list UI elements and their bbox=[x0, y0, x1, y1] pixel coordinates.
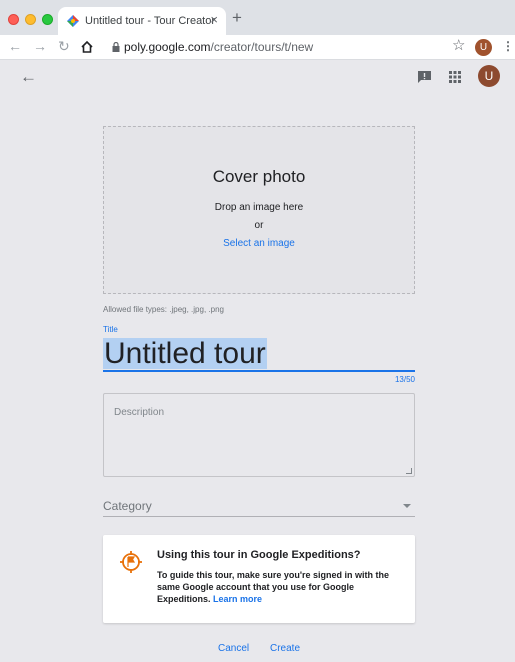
info-heading: Using this tour in Google Expeditions? bbox=[157, 549, 361, 561]
or-separator: or bbox=[254, 220, 264, 231]
reload-icon[interactable]: ↻ bbox=[58, 39, 70, 53]
title-label: Title bbox=[103, 325, 118, 334]
learn-more-link[interactable]: Learn more bbox=[213, 594, 262, 604]
category-select[interactable]: Category bbox=[103, 495, 415, 517]
browser-tab-bar: Untitled tour - Tour Creator × + bbox=[0, 0, 515, 35]
minimize-window-button[interactable] bbox=[25, 14, 36, 25]
new-tab-button[interactable]: + bbox=[232, 9, 242, 26]
title-value: Untitled tour bbox=[103, 337, 267, 370]
expeditions-flag-icon bbox=[120, 551, 142, 573]
tour-creator-app: ← U Cover photo Drop an image here or Se… bbox=[0, 60, 515, 662]
account-avatar[interactable]: U bbox=[478, 65, 500, 87]
expeditions-info-card: Using this tour in Google Expeditions? T… bbox=[103, 535, 415, 623]
description-placeholder: Description bbox=[114, 407, 165, 418]
home-icon[interactable] bbox=[80, 40, 94, 54]
resize-handle-icon[interactable] bbox=[406, 468, 412, 474]
title-char-counter: 13/50 bbox=[394, 375, 415, 384]
tour-creator-favicon-icon bbox=[67, 15, 79, 27]
url-host: poly.google.com bbox=[124, 40, 211, 54]
category-label: Category bbox=[103, 499, 152, 513]
allowed-file-types: Allowed file types: .jpeg, .jpg, .png bbox=[103, 305, 224, 314]
info-body: To guide this tour, make sure you're sig… bbox=[157, 569, 397, 605]
dropdown-caret-icon bbox=[403, 504, 411, 508]
apps-grid-icon[interactable] bbox=[448, 70, 462, 84]
back-arrow-icon[interactable]: ← bbox=[20, 68, 37, 85]
title-input[interactable]: Untitled tour bbox=[103, 335, 415, 372]
tab-title: Untitled tour - Tour Creator bbox=[85, 15, 216, 27]
chrome-profile-avatar[interactable]: U bbox=[475, 39, 492, 56]
cover-photo-dropzone[interactable]: Cover photo Drop an image here or Select… bbox=[103, 126, 415, 294]
browser-toolbar: ← → ↻ poly.google.com/creator/tours/t/ne… bbox=[0, 35, 515, 60]
back-nav-icon[interactable]: ← bbox=[8, 39, 22, 53]
create-button[interactable]: Create bbox=[270, 643, 300, 654]
zoom-window-button[interactable] bbox=[42, 14, 53, 25]
select-image-link[interactable]: Select an image bbox=[104, 238, 414, 249]
chrome-menu-icon[interactable]: ⋮ bbox=[502, 39, 514, 53]
cover-photo-title: Cover photo bbox=[212, 167, 306, 186]
feedback-icon[interactable] bbox=[417, 70, 432, 84]
description-textarea[interactable]: Description bbox=[103, 393, 415, 477]
drop-image-hint: Drop an image here bbox=[214, 202, 304, 213]
lock-icon bbox=[112, 42, 120, 52]
forward-nav-icon[interactable]: → bbox=[33, 39, 47, 53]
info-body-text: To guide this tour, make sure you're sig… bbox=[157, 570, 390, 604]
address-bar[interactable]: poly.google.com/creator/tours/t/new bbox=[124, 40, 313, 54]
browser-tab[interactable]: Untitled tour - Tour Creator × bbox=[58, 7, 226, 35]
url-path: /creator/tours/t/new bbox=[210, 40, 314, 54]
cancel-button[interactable]: Cancel bbox=[218, 643, 249, 654]
tab-close-icon[interactable]: × bbox=[210, 13, 218, 27]
close-window-button[interactable] bbox=[8, 14, 19, 25]
star-icon[interactable]: ☆ bbox=[452, 38, 465, 53]
